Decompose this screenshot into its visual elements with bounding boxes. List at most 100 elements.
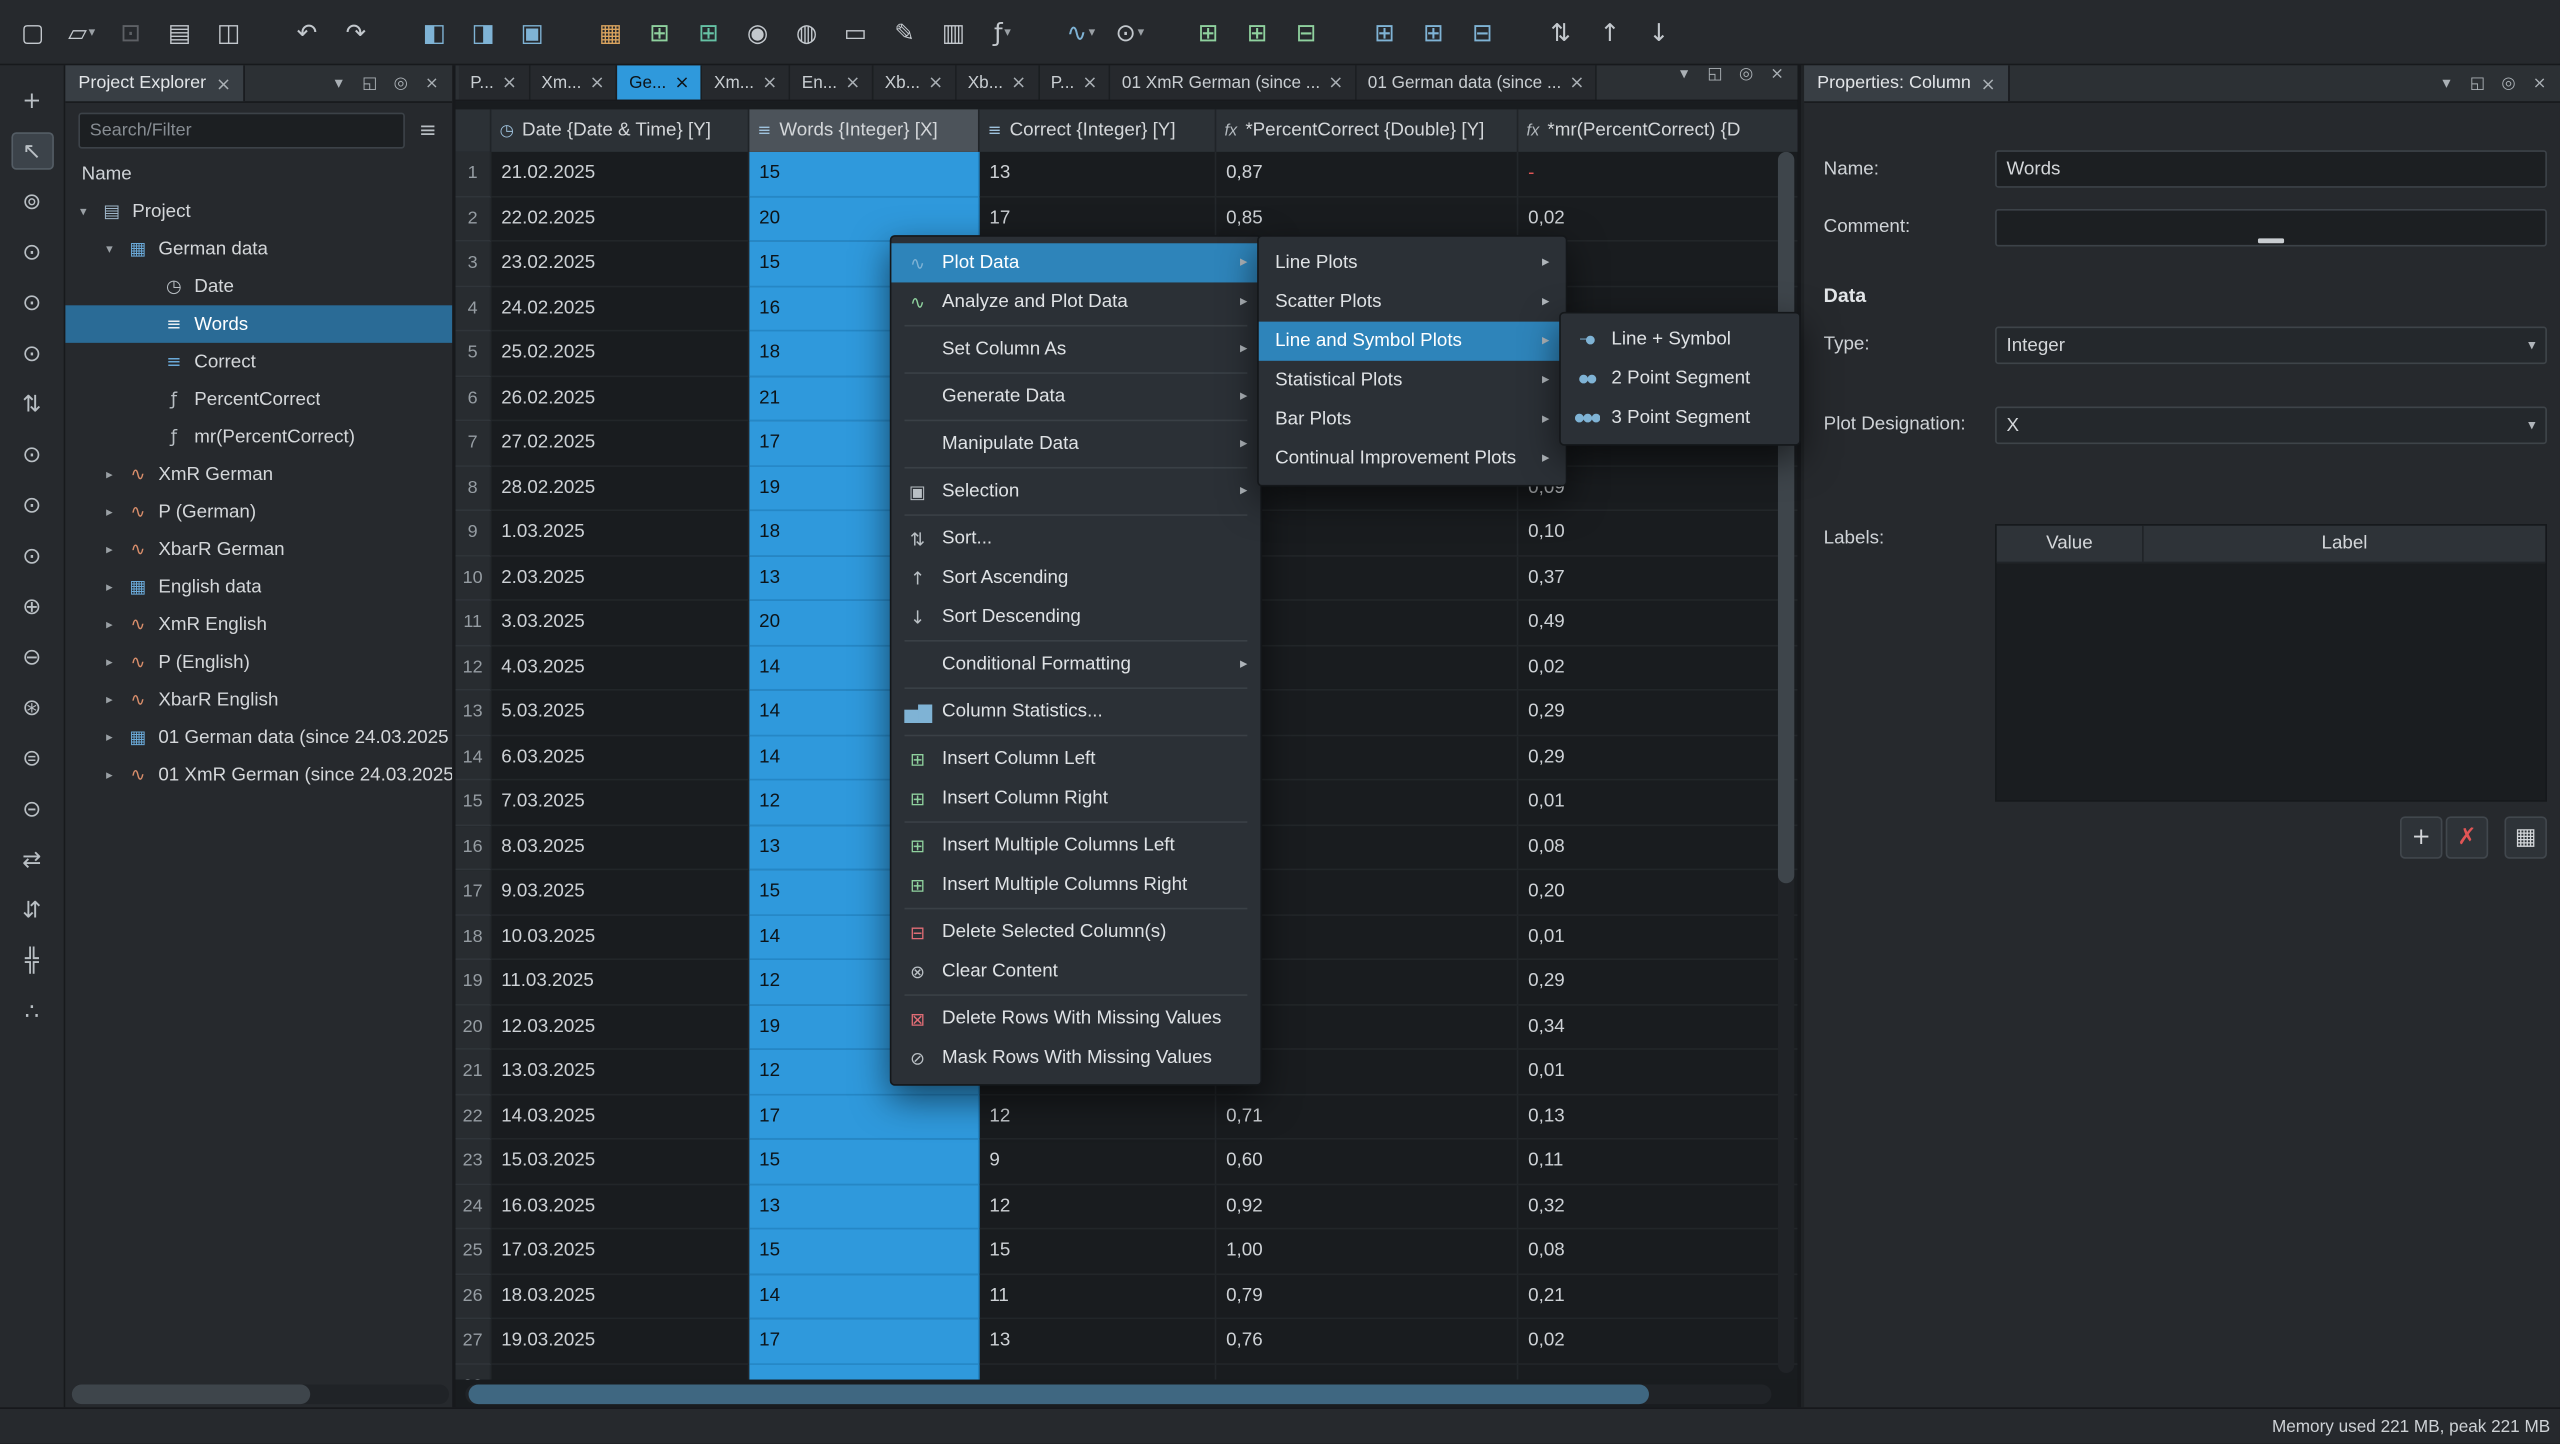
menu-item-sort-ascending[interactable]: ↑ Sort Ascending [891,558,1260,597]
zoom-fit-width-icon[interactable]: ⊝ [11,790,53,828]
row-number-cell[interactable]: 26 [455,1274,492,1320]
open-file-icon[interactable]: ▱ ▾ [59,9,105,55]
insert-column-left-icon[interactable]: ⊞ [1185,9,1231,55]
insert-row-above-icon[interactable]: ⊞ [1362,9,1408,55]
expander-icon[interactable]: ▸ [101,504,117,519]
separator[interactable] [904,687,1248,689]
row-number-cell[interactable]: 3 [455,241,492,287]
mr-cell[interactable]: 0,02 [1518,646,1798,691]
mr-cell[interactable]: 0,29 [1518,960,1798,1005]
move-icon[interactable]: ╬ [11,942,53,980]
percent-cell[interactable] [1216,1364,1519,1380]
close-icon[interactable]: × [216,73,231,94]
remove-columns-icon[interactable]: ⊟ [1283,9,1329,55]
resize-grip[interactable] [2257,238,2285,244]
close-icon[interactable]: × [928,72,943,93]
tab-en[interactable]: En... × [790,65,874,100]
new-worksheet-icon[interactable]: ◨ [460,9,506,55]
expander-icon[interactable]: ▸ [101,655,117,670]
insert-row-below-icon[interactable]: ⊞ [1411,9,1457,55]
type-select[interactable]: Integer ▾ [1995,326,2547,365]
mr-cell[interactable]: 0,20 [1518,870,1798,916]
pin-icon[interactable]: ◎ [2495,74,2523,92]
date-cell[interactable]: 15.03.2025 [491,1139,750,1185]
date-cell[interactable]: 28.02.2025 [491,466,750,512]
menu-item-continual-improvement-plots[interactable]: Continual Improvement Plots ▸ [1259,439,1566,478]
new-live-data-icon[interactable]: ◍ [784,9,830,55]
new-spreadsheet-icon[interactable]: ⊞ [637,9,683,55]
date-cell[interactable]: 3.03.2025 [491,600,750,646]
close-icon[interactable]: × [2526,74,2554,92]
spreadsheet-horizontal-scrollbar[interactable] [465,1384,1772,1405]
float-icon[interactable]: ◱ [356,74,384,92]
close-icon[interactable]: × [1981,73,1996,94]
row-number-cell[interactable]: 16 [455,825,492,871]
mr-cell[interactable]: 0,01 [1518,780,1798,826]
date-cell[interactable]: 11.03.2025 [491,959,750,1005]
new-notes-icon[interactable]: ▥ [931,9,977,55]
scrollbar-handle[interactable] [1777,151,1795,884]
date-cell[interactable]: 23.02.2025 [491,241,750,287]
mr-cell[interactable]: 0,02 [1518,1319,1798,1365]
mr-cell[interactable]: - [1518,152,1798,197]
menu-item-insert-column-right[interactable]: ⊞ Insert Column Right [891,779,1260,818]
expander-icon[interactable]: ▸ [101,767,117,782]
separator[interactable] [904,324,1248,327]
tree-item-mr-percentcorrect[interactable]: ƒ mr(PercentCorrect) [65,418,452,456]
scrollbar-handle[interactable] [71,1384,311,1405]
sort-ascending-icon[interactable]: ↑ [1587,9,1633,55]
tree-item-xbarr-english[interactable]: ▸ ∿ XbarR English [65,681,452,719]
tab-xb-1[interactable]: Xb... × [873,65,957,100]
tree-item-words[interactable]: ≡ Words [65,305,453,343]
date-cell[interactable]: 8.03.2025 [491,825,750,871]
row-number-cell[interactable]: 23 [455,1139,492,1185]
mr-cell[interactable]: 0,08 [1518,825,1798,871]
menu-item-scatter-plots[interactable]: Scatter Plots ▸ [1259,282,1566,321]
expander-icon[interactable]: ▸ [101,692,117,707]
mr-cell[interactable]: 0,32 [1518,1184,1798,1230]
mr-cell[interactable]: 0,01 [1518,1050,1798,1095]
new-datapicker-icon[interactable]: ◉ [735,9,781,55]
new-folder-icon[interactable]: ▦ [588,9,634,55]
column-header-words[interactable]: ≡ Words {Integer} [X] [749,109,980,152]
separator[interactable] [904,907,1248,910]
scrollbar-handle[interactable] [468,1384,1649,1405]
zoom-select-icon[interactable]: ⊙ [11,436,53,474]
menu-item-3-point-segment[interactable]: ●●● 3 Point Segment [1561,398,1799,437]
new-note-icon[interactable]: ▭ [833,9,879,55]
tab-01-german-data[interactable]: 01 German data (since ... × [1356,65,1598,100]
menu-item-generate-data[interactable]: Generate Data ▸ [891,377,1260,416]
row-number-cell[interactable]: 11 [455,600,492,646]
explorer-horizontal-scrollbar[interactable] [71,1384,449,1405]
mr-cell[interactable]: 0,11 [1518,1140,1798,1185]
new-image-icon[interactable]: ▣ [509,9,555,55]
row-number-cell[interactable]: 17 [455,870,492,916]
tree-item-correct[interactable]: ≡ Correct [65,343,452,381]
date-cell[interactable]: 27.02.2025 [491,421,750,467]
pin-icon[interactable]: ◎ [387,74,415,92]
menu-item-plot-data[interactable]: ∿ Plot Data ▸ [891,243,1261,283]
zoom-fit-height-icon[interactable]: ⊜ [11,740,53,778]
close-icon[interactable]: × [1082,72,1097,93]
properties-tab[interactable]: Properties: Column × [1804,65,2011,102]
zoom-x-icon[interactable]: ⊙ [11,284,53,322]
date-cell[interactable]: 4.03.2025 [491,645,750,691]
date-cell[interactable]: 12.03.2025 [491,1004,750,1050]
tree-item-xmr-german[interactable]: ▸ ∿ XmR German [65,456,452,494]
close-icon[interactable]: × [674,72,689,93]
close-icon[interactable]: × [1011,72,1026,93]
close-icon[interactable]: × [762,72,777,93]
tree-item-01-german-data[interactable]: ▸ ▦ 01 German data (since 24.03.2025 [65,718,452,756]
tab-xb-2[interactable]: Xb... × [956,65,1040,100]
menu-item-sort[interactable]: ⇅ Sort... [891,519,1260,558]
new-script-icon[interactable]: ƒ ▾ [980,9,1026,55]
date-cell[interactable]: 25.02.2025 [491,331,750,377]
menu-item-column-statistics[interactable]: ▅▇ Column Statistics... [891,692,1260,731]
close-icon[interactable]: × [418,74,446,92]
new-file-icon[interactable]: ▢ [10,9,56,55]
tree-item-xmr-english[interactable]: ▸ ∿ XmR English [65,606,452,644]
menu-item-line-and-symbol-plots[interactable]: Line and Symbol Plots ▸ [1258,321,1566,361]
menu-item-insert-column-left[interactable]: ⊞ Insert Column Left [891,740,1260,779]
percent-cell[interactable]: 0,79 [1216,1274,1519,1320]
date-cell[interactable] [491,1364,750,1380]
